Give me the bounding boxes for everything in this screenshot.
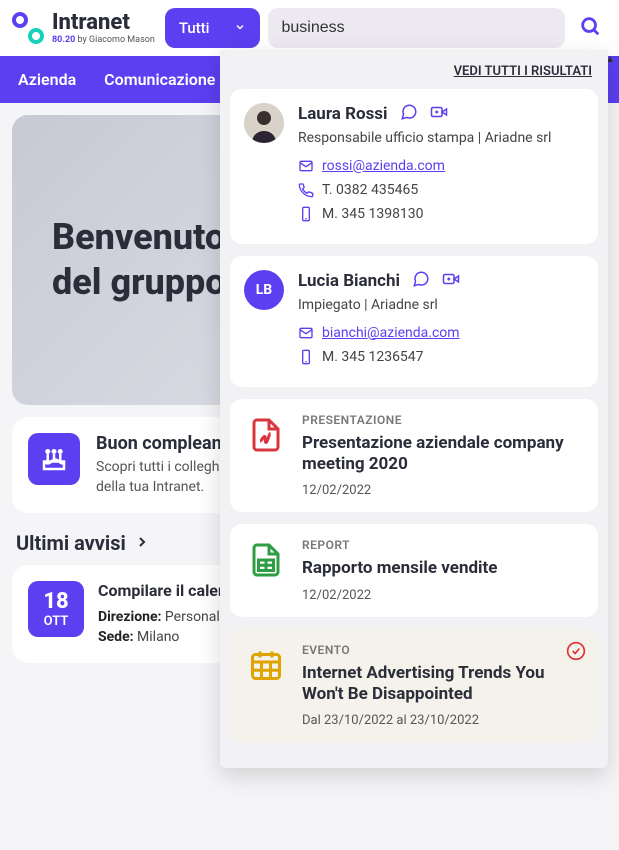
nav-azienda[interactable]: Azienda xyxy=(18,70,76,89)
person-name: Laura Rossi xyxy=(298,104,388,124)
event-title: Internet Advertising Trends You Won't Be… xyxy=(302,663,584,706)
person-phone: T. 0382 435465 xyxy=(322,182,418,198)
doc-date: 12/02/2022 xyxy=(302,588,584,603)
logo[interactable]: Intranet 80.20 by Giacomo Mason xyxy=(12,12,155,45)
doc-kicker: REPORT xyxy=(302,538,584,552)
pdf-icon xyxy=(244,413,288,457)
search-filter-label: Tutti xyxy=(179,19,210,37)
document-result[interactable]: REPORT Rapporto mensile vendite 12/02/20… xyxy=(230,524,598,616)
doc-title: Rapporto mensile vendite xyxy=(302,558,584,579)
person-email[interactable]: bianchi@azienda.com xyxy=(322,325,460,341)
search-button[interactable] xyxy=(573,9,607,47)
doc-date: 12/02/2022 xyxy=(302,483,584,498)
document-result[interactable]: PRESENTAZIONE Presentazione aziendale co… xyxy=(230,399,598,513)
cake-icon xyxy=(28,433,80,485)
video-icon[interactable] xyxy=(430,103,448,125)
chat-icon[interactable] xyxy=(400,103,418,125)
person-name: Lucia Bianchi xyxy=(298,271,400,291)
phone-icon xyxy=(298,182,314,198)
search-filter-dropdown[interactable]: Tutti xyxy=(165,8,260,48)
doc-title: Presentazione aziendale company meeting … xyxy=(302,433,584,476)
search-input[interactable] xyxy=(282,19,552,37)
logo-icon xyxy=(12,12,44,44)
event-result[interactable]: EVENTO Internet Advertising Trends You W… xyxy=(230,629,598,743)
date-badge: 18 OTT xyxy=(28,581,84,637)
doc-kicker: PRESENTAZIONE xyxy=(302,413,584,427)
search-input-wrap[interactable] xyxy=(268,8,566,48)
logo-name: Intranet xyxy=(52,12,155,34)
search-results-dropdown: VEDI TUTTI I RISULTATI Laura Rossi Respo… xyxy=(220,50,608,768)
avatar-initials: LB xyxy=(244,270,284,310)
spreadsheet-icon xyxy=(244,538,288,582)
chevron-right-icon xyxy=(134,531,150,555)
event-date: Dal 23/10/2022 al 23/10/2022 xyxy=(302,713,584,728)
hero-title: Benvenuto del gruppo xyxy=(52,215,226,305)
person-role: Responsabile ufficio stampa | Ariadne sr… xyxy=(298,129,584,148)
logo-tagline: 80.20 by Giacomo Mason xyxy=(52,36,155,45)
nav-comunicazione[interactable]: Comunicazione xyxy=(104,70,215,89)
calendar-icon xyxy=(244,643,288,687)
event-kicker: EVENTO xyxy=(302,643,584,657)
person-result[interactable]: LB Lucia Bianchi Impiegato | Ariadne srl… xyxy=(230,256,598,387)
chat-icon[interactable] xyxy=(412,270,430,292)
video-icon[interactable] xyxy=(442,270,460,292)
person-mobile: M. 345 1236547 xyxy=(322,349,424,365)
mail-icon xyxy=(298,325,314,341)
person-role: Impiegato | Ariadne srl xyxy=(298,296,584,315)
mail-icon xyxy=(298,158,314,174)
mobile-icon xyxy=(298,206,314,222)
see-all-results-link[interactable]: VEDI TUTTI I RISULTATI xyxy=(230,60,598,89)
check-circle-icon xyxy=(566,641,586,665)
person-mobile: M. 345 1398130 xyxy=(322,206,424,222)
chevron-down-icon xyxy=(234,19,246,37)
mobile-icon xyxy=(298,349,314,365)
person-result[interactable]: Laura Rossi Responsabile ufficio stampa … xyxy=(230,89,598,244)
avatar xyxy=(244,103,284,143)
person-email[interactable]: rossi@azienda.com xyxy=(322,158,445,174)
